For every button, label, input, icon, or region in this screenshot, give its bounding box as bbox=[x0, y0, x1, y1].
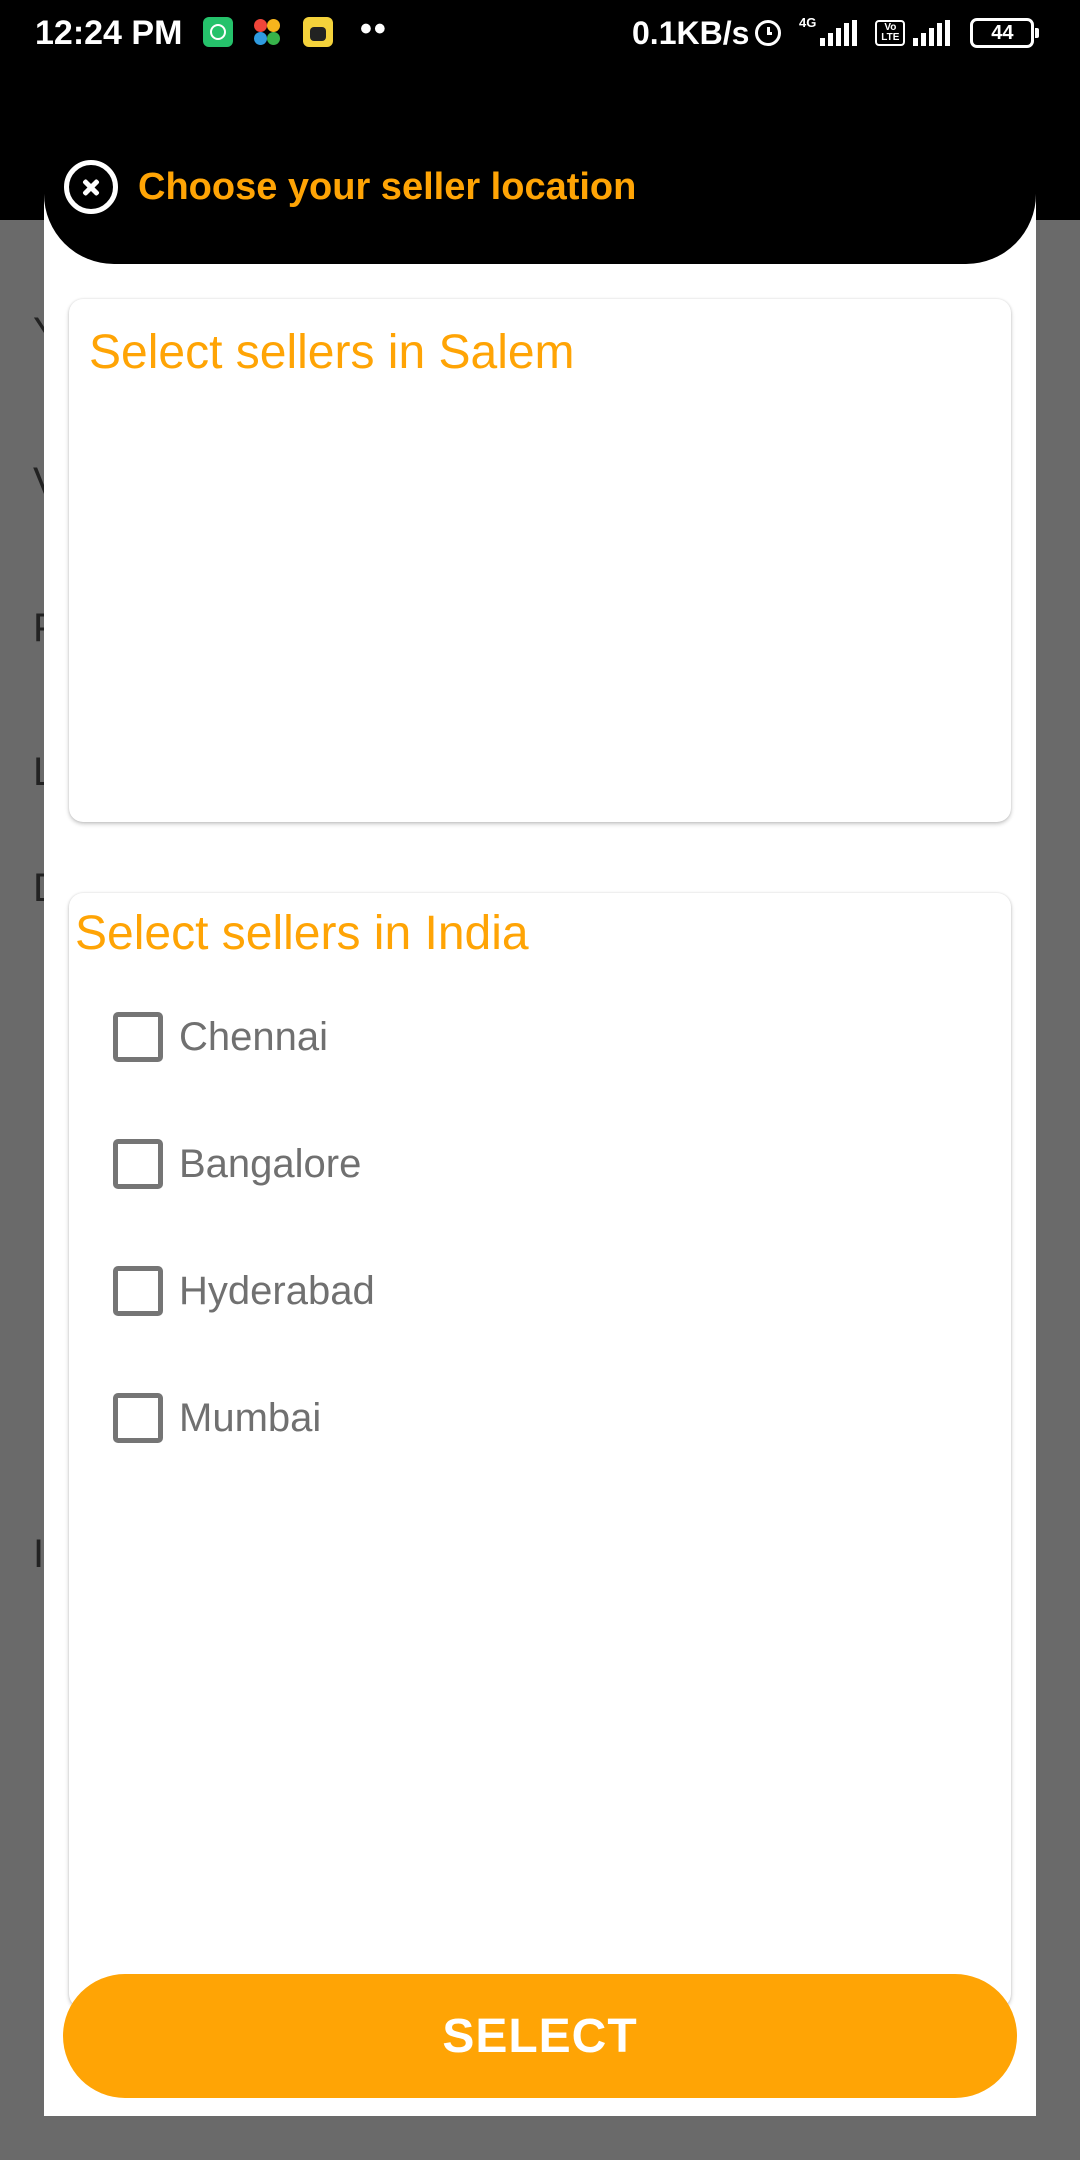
checkbox[interactable] bbox=[113, 1139, 163, 1189]
battery-icon: 44 bbox=[970, 18, 1040, 48]
system-icons: 4G Vo LTE 44 bbox=[755, 14, 1040, 52]
status-bar: 12:24 PM •• 0.1KB/s 4G Vo LTE 44 bbox=[0, 0, 1080, 66]
city-option-chennai[interactable]: Chennai bbox=[113, 1007, 328, 1067]
checkbox[interactable] bbox=[113, 1393, 163, 1443]
city-label: Hyderabad bbox=[179, 1269, 375, 1313]
background-label: I bbox=[33, 1532, 45, 1576]
city-label: Chennai bbox=[179, 1015, 329, 1059]
status-time: 12:24 PM bbox=[35, 14, 183, 52]
seller-location-dialog: Choose your seller location Select selle… bbox=[44, 110, 1036, 2116]
city-label: Mumbai bbox=[179, 1396, 322, 1440]
more-notifications-icon: •• bbox=[360, 10, 388, 48]
local-sellers-card: Select sellers in Salem bbox=[69, 299, 1011, 822]
city-option-mumbai[interactable]: Mumbai bbox=[113, 1388, 321, 1448]
city-option-hyderabad[interactable]: Hyderabad bbox=[113, 1261, 375, 1321]
signal-strength-icon-2 bbox=[913, 20, 951, 46]
dialog-title: Choose your seller location bbox=[138, 166, 637, 208]
city-label: Bangalore bbox=[179, 1142, 362, 1186]
india-sellers-card: Select sellers in India Chennai Bangalor… bbox=[69, 893, 1011, 2008]
photo-app-icon bbox=[303, 17, 333, 47]
network-speed: 0.1KB/s bbox=[632, 15, 750, 51]
pinwheel-app-icon bbox=[252, 17, 282, 47]
alarm-icon bbox=[755, 20, 781, 46]
dialog-header: Choose your seller location bbox=[44, 110, 1036, 264]
whatsapp-business-icon bbox=[203, 17, 233, 47]
select-button[interactable]: SELECT bbox=[63, 1974, 1017, 2098]
local-sellers-title: Select sellers in Salem bbox=[89, 326, 575, 379]
checkbox[interactable] bbox=[113, 1012, 163, 1062]
network-type: 4G bbox=[799, 15, 817, 30]
india-sellers-title: Select sellers in India bbox=[75, 907, 529, 960]
close-icon[interactable] bbox=[64, 160, 118, 214]
volte-icon: Vo LTE bbox=[875, 20, 906, 46]
checkbox[interactable] bbox=[113, 1266, 163, 1316]
city-option-bangalore[interactable]: Bangalore bbox=[113, 1134, 361, 1194]
signal-strength-icon bbox=[820, 20, 858, 46]
